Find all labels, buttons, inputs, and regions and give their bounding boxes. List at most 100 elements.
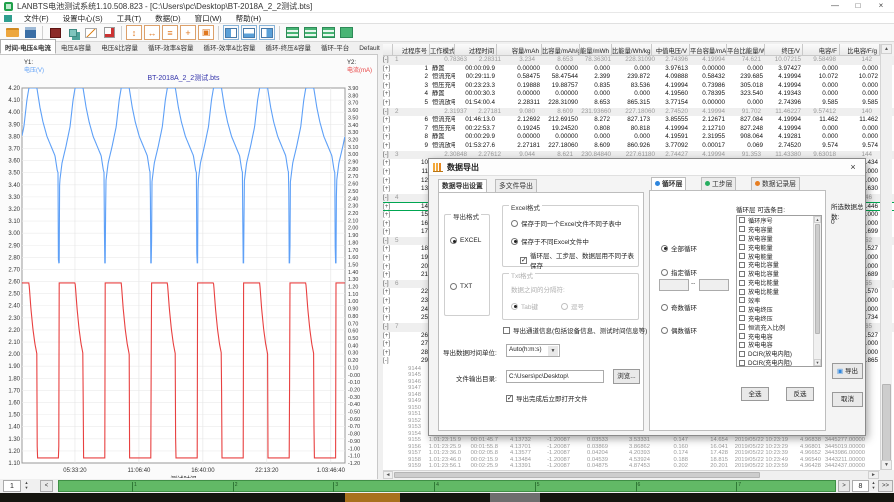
expand-icon[interactable]: [+] [383,297,393,306]
expand-icon[interactable]: [+] [383,168,393,177]
cycle-summary-row[interactable]: [-]10.783632.283113.2348.65378.36301228.… [383,56,894,65]
step-row[interactable]: [+]3恒压充电00:23:23.30.1988819.887570.83583… [383,82,894,91]
invert-selection-button[interactable]: 反选 [786,387,814,401]
tab-export-settings[interactable]: 数据导出设置 [438,179,487,193]
cycle-item-循环序号[interactable]: 循环序号 [737,216,821,225]
step-row[interactable]: [+]7恒压充电00:22:53.70.1924519.245200.80880… [383,125,894,134]
expand-icon[interactable]: [+] [383,133,393,142]
vertical-scrollbar[interactable]: ▲ ▼ [880,44,892,470]
view-tab-电压&比容量[interactable]: 电压&比容量 [96,39,143,54]
split-mixed-icon[interactable] [259,25,275,40]
cycle-item-充电终压[interactable]: 充电终压 [737,314,821,323]
cycle-item-充电能量[interactable]: 充电能量 [737,243,821,252]
tab-step-layer[interactable]: 工步层 [701,177,736,191]
expand-icon[interactable]: [+] [383,332,393,341]
cycle-item-放电比容量[interactable]: 放电比容量 [737,269,821,278]
header-cell-过程时间[interactable]: 过程时间 [455,44,497,56]
left-spinner-arrows-icon[interactable]: ▲▼ [22,480,31,490]
header-cell-工作模式[interactable]: 工作模式 [430,44,455,56]
tab-cycle-layer[interactable]: 循环层 [651,177,686,191]
dialog-close-icon[interactable]: × [845,162,861,172]
view-tab-循环-效率&容量[interactable]: 循环-效率&容量 [143,39,199,54]
menu-item-设置中心(S)[interactable]: 设置中心(S) [56,13,110,24]
cancel-button[interactable]: 取消 [832,392,863,407]
view-tab-时间-电压&电流[interactable]: 时间-电压&电流 [0,39,56,54]
expand-icon[interactable]: [+] [383,203,393,210]
collapse-icon[interactable]: [-] [383,151,393,160]
time-unit-dropdown[interactable]: Auto(h:m:s)▼ [506,344,560,357]
scroll-up-icon[interactable]: ▲ [881,44,892,54]
expand-icon[interactable]: [+] [383,185,393,194]
cycle-item-充电容量[interactable]: 充电容量 [737,225,821,234]
fit-vertical-icon[interactable]: ↕ [126,25,142,40]
open-file-icon[interactable] [4,25,20,40]
record-row[interactable]: 91591.01:23:56.100:02:25.94.13391-1.2008… [383,463,894,470]
step-row[interactable]: [+]5恒流放电01:54:00.42.28311228.310908.6538… [383,99,894,108]
expand-icon[interactable]: [+] [383,340,393,349]
header-cell-中值电压/V[interactable]: 中值电压/V [652,44,690,56]
radio-diff-excel-file[interactable]: 保存于不同Excel文件中 [511,236,589,246]
cycle-item-充电比容量[interactable]: 充电比容量 [737,260,821,269]
list-scroll-thumb[interactable] [815,224,820,334]
expand-icon[interactable]: [+] [383,228,393,237]
expand-icon[interactable]: [-] [383,357,393,366]
radio-tab-separator[interactable]: Tab键 [511,301,538,311]
expand-icon[interactable]: [+] [383,254,393,263]
header-cell-比电容/F/g[interactable]: 比电容/F/g [840,44,880,56]
export-button[interactable]: ▣ 导出 [832,363,863,379]
cycle-item-DCIR(充电内阻)[interactable]: DCIR(充电内阻) [737,358,821,367]
right-spinner-arrows-icon[interactable]: ▲▼ [869,480,878,490]
cycle-range-start-input[interactable] [659,279,689,291]
collapse-icon[interactable]: [-] [383,194,393,203]
split-horizontal-icon[interactable] [241,25,257,40]
expand-icon[interactable]: [+] [383,116,393,125]
prev-page-button[interactable]: < [40,480,53,492]
step-row[interactable]: [+]8静置00:00:29.90.000000.000000.0000.000… [383,133,894,142]
view-tab-Default[interactable]: Default [354,42,385,54]
expand-icon[interactable]: [+] [383,263,393,272]
header-cell-expand[interactable] [383,44,393,56]
expand-icon[interactable]: [+] [383,159,393,168]
step-row[interactable]: [+]1静置00:00:09.90.000000.000000.0000.000… [383,65,894,74]
hscroll-thumb[interactable] [394,472,760,478]
step-row[interactable]: [+]9恒流放电01:53:27.62.27181227.180608.6098… [383,142,894,151]
expand-icon[interactable]: [+] [383,73,393,82]
cycle-item-充电比能量[interactable]: 充电比能量 [737,278,821,287]
collapse-icon[interactable]: [-] [383,108,393,117]
cycle-item-放电终压[interactable]: 放电终压 [737,305,821,314]
menu-item-工具(T)[interactable]: 工具(T) [110,13,149,24]
list-scroll-up-icon[interactable]: ▲ [814,216,821,223]
scroll-down-icon[interactable]: ▼ [881,460,892,470]
minimize-icon[interactable]: — [824,0,846,12]
cycle-item-DCIR(放电内阻)[interactable]: DCIR(放电内阻) [737,349,821,358]
collapse-icon[interactable]: [-] [383,237,393,246]
expand-icon[interactable]: [+] [383,142,393,151]
grid-lines-icon[interactable]: ≡ [162,25,178,40]
list-scrollbar[interactable]: ▲ ▼ [813,216,821,366]
next-page-button[interactable]: > [838,480,850,492]
curve-edit-icon[interactable] [83,25,99,40]
radio-specified-cycles[interactable]: 指定循环 [661,267,697,277]
check-channel-info[interactable]: 导出通道信息(包括设备信息、测试时间信息等) [503,325,647,335]
last-page-button[interactable]: >> [878,480,893,492]
list-scroll-down-icon[interactable]: ▼ [814,359,821,366]
fit-horizontal-icon[interactable]: ↔ [144,25,160,40]
save-icon[interactable] [22,25,38,40]
view-tab-电压&容量[interactable]: 电压&容量 [56,39,96,54]
view-tab-循环-平台[interactable]: 循环-平台 [316,39,354,54]
header-cell-终压/V[interactable]: 终压/V [765,44,803,56]
radio-same-excel-file[interactable]: 保存于同一个Excel文件不同子表中 [511,218,621,228]
header-cell-比能量/Wh/kg[interactable]: 比能量/Wh/kg [612,44,652,56]
radio-all-cycles[interactable]: 全部循环 [661,243,697,253]
header-cell-过程序号[interactable]: 过程序号 [393,44,430,56]
detail-view-icon[interactable] [302,25,318,40]
header-cell-能量/mWh[interactable]: 能量/mWh [580,44,612,56]
horizontal-scrollbar[interactable]: ◄ ► [383,470,880,479]
tab-record-layer[interactable]: 数据记录层 [751,177,800,191]
select-all-button[interactable]: 全选 [741,387,769,401]
scroll-right-icon[interactable]: ► [868,471,879,479]
expand-icon[interactable]: [+] [383,211,393,220]
scroll-left-icon[interactable]: ◄ [383,471,393,479]
cycle-item-放电比能量[interactable]: 放电比能量 [737,287,821,296]
output-dir-input[interactable]: C:\Users\pc\Desktop\ [506,370,604,383]
